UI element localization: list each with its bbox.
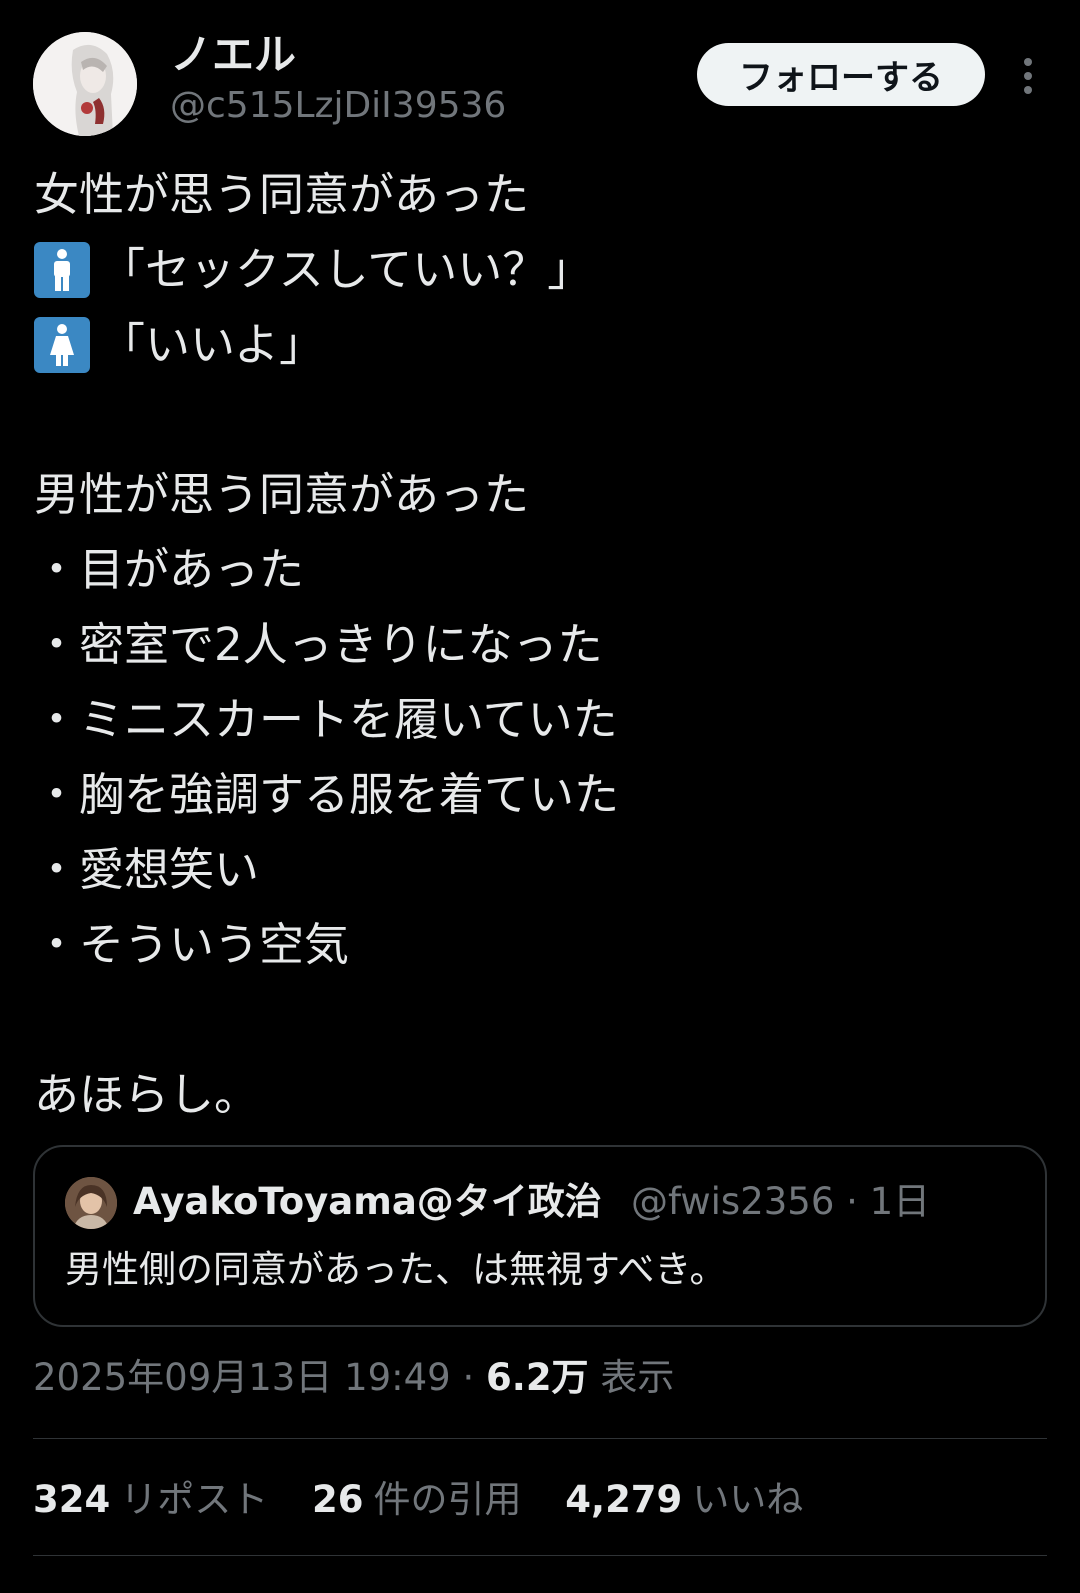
divider bbox=[33, 1438, 1047, 1439]
mens-room-emoji-icon bbox=[34, 241, 90, 298]
vertical-ellipsis-icon bbox=[1024, 58, 1032, 94]
quoted-author-handle-time: @fwis2356 · 1日 bbox=[631, 1180, 931, 1223]
photo-avatar-icon bbox=[65, 1177, 117, 1229]
divider bbox=[33, 1555, 1047, 1556]
likes-label: いいね bbox=[692, 1478, 804, 1521]
reposts-count: 324 bbox=[33, 1478, 111, 1521]
tweet-line: 「いいよ」 bbox=[34, 307, 1044, 382]
meta-separator: · bbox=[450, 1356, 487, 1399]
author-handle[interactable]: @c515LzjDiI39536 bbox=[170, 84, 506, 128]
reposts-stat[interactable]: 324 リポスト bbox=[33, 1472, 268, 1528]
views-count: 6.2万 bbox=[486, 1356, 589, 1399]
tweet-timestamp-row: 2025年09月13日 19:49 · 6.2万 表示 bbox=[33, 1352, 674, 1404]
tweet-timestamp[interactable]: 2025年09月13日 19:49 bbox=[33, 1356, 451, 1399]
quoted-tweet-text: 男性側の同意があった、は無視すべき。 bbox=[65, 1248, 727, 1291]
reposts-label: リポスト bbox=[120, 1478, 269, 1521]
tweet-line: 「セックスしていい？」 bbox=[34, 232, 1044, 307]
likes-count: 4,279 bbox=[565, 1478, 683, 1521]
quotes-count: 26 bbox=[312, 1478, 364, 1521]
tweet-line: あほらし。 bbox=[34, 1068, 260, 1121]
tweet-header: ノエル @c515LzjDiI39536 フォローする bbox=[0, 0, 1080, 150]
follow-button[interactable]: フォローする bbox=[697, 43, 985, 106]
tweet-text: 女性が思う同意があった 「セックスしていい？」 「いいよ」 男性が思う同意があっ… bbox=[34, 157, 1044, 1132]
bullet-item: ・愛想笑い bbox=[34, 843, 260, 896]
bullet-item: ・目があった bbox=[34, 543, 305, 596]
tweet-line: 女性が思う同意があった bbox=[34, 168, 530, 221]
more-options-button[interactable] bbox=[1010, 52, 1046, 100]
author-display-name[interactable]: ノエル bbox=[170, 30, 296, 80]
quotes-label: 件の引用 bbox=[373, 1478, 522, 1521]
quotes-stat[interactable]: 26 件の引用 bbox=[312, 1472, 522, 1528]
tweet-line-text: 「いいよ」 bbox=[100, 318, 325, 371]
bullet-item: ・ミニスカートを履いていた bbox=[34, 693, 618, 746]
bullet-item: ・そういう空気 bbox=[34, 918, 350, 971]
engagement-stats: 324 リポスト 26 件の引用 4,279 いいね bbox=[33, 1472, 835, 1528]
author-avatar[interactable] bbox=[33, 32, 137, 136]
tweet-line-text: 「セックスしていい？」 bbox=[100, 243, 593, 296]
likes-stat[interactable]: 4,279 いいね bbox=[565, 1472, 803, 1528]
quoted-author-avatar bbox=[65, 1177, 117, 1229]
quoted-tweet-card[interactable]: AyakoToyama@タイ政治 @fwis2356 · 1日 男性側の同意があ… bbox=[33, 1145, 1047, 1327]
views-label: 表示 bbox=[600, 1356, 675, 1399]
womens-room-emoji-icon bbox=[34, 316, 90, 373]
quoted-author-name: AyakoToyama@タイ政治 bbox=[133, 1180, 602, 1223]
bullet-item: ・胸を強調する服を着ていた bbox=[34, 768, 620, 821]
tweet-line: 男性が思う同意があった bbox=[34, 468, 530, 521]
illustrated-character-avatar-icon bbox=[33, 32, 137, 136]
bullet-item: ・密室で2人っきりになった bbox=[34, 618, 603, 671]
